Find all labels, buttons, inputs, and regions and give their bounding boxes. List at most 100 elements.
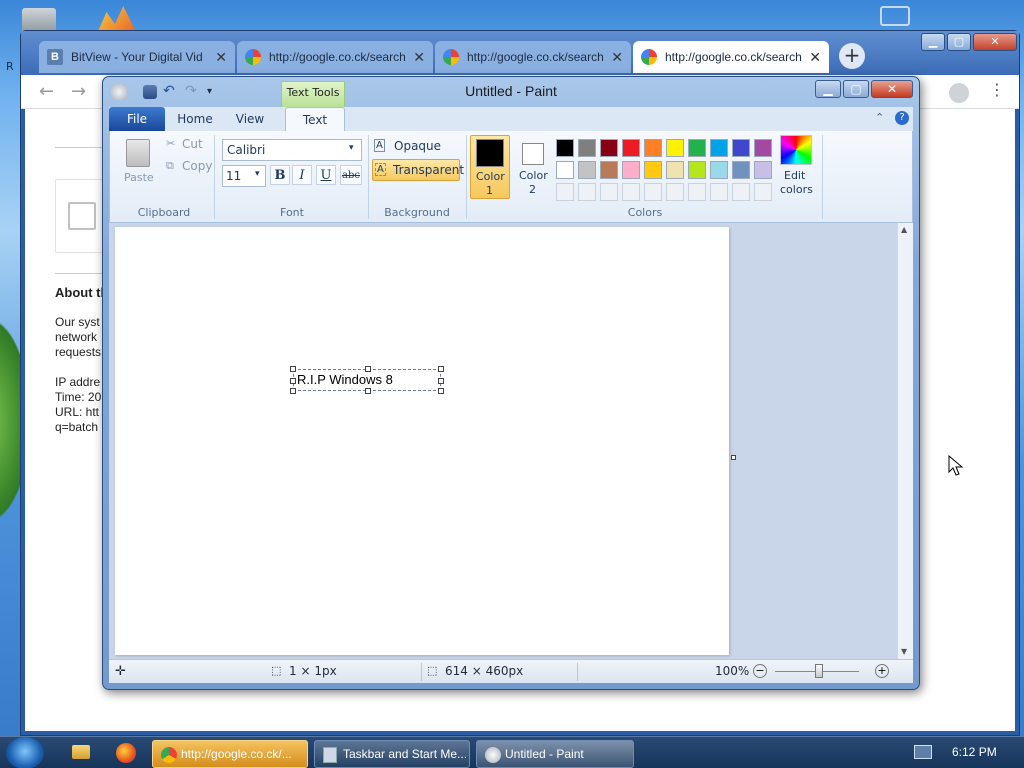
close-tab-icon[interactable]: ✕: [611, 49, 623, 66]
canvas-text[interactable]: R.I.P Windows 8: [297, 372, 393, 387]
vertical-scrollbar[interactable]: ▲ ▼: [897, 223, 913, 659]
forward-arrow-icon[interactable]: →: [71, 81, 86, 102]
copy-button[interactable]: Copy: [182, 159, 212, 173]
color1-button-selected[interactable]: Color 1: [470, 135, 510, 199]
palette-swatch[interactable]: [666, 161, 684, 179]
drawing-canvas[interactable]: R.I.P Windows 8: [115, 227, 729, 655]
desktop-shortcut-icon[interactable]: [880, 6, 910, 26]
palette-swatch[interactable]: [666, 139, 684, 157]
palette-swatch[interactable]: [556, 161, 574, 179]
scroll-up-icon[interactable]: ▲: [901, 225, 907, 234]
profile-avatar-icon[interactable]: [949, 83, 969, 103]
text-box[interactable]: R.I.P Windows 8: [290, 366, 444, 394]
resize-handle[interactable]: [365, 366, 371, 372]
transparent-button-selected[interactable]: A Transparent: [372, 159, 464, 181]
browser-tab-active[interactable]: http://google.co.ck/search ✕: [633, 41, 829, 73]
paste-button[interactable]: Paste: [120, 137, 158, 185]
palette-swatch[interactable]: [622, 161, 640, 179]
palette-swatch[interactable]: [622, 139, 640, 157]
zoom-in-icon[interactable]: +: [875, 664, 889, 678]
network-icon[interactable]: [914, 745, 932, 759]
maximize-button[interactable]: ▢: [843, 80, 869, 98]
close-button[interactable]: ✕: [973, 33, 1017, 51]
new-tab-button[interactable]: +: [839, 43, 865, 69]
edit-colors-label[interactable]: Edit: [784, 169, 805, 182]
color2-button[interactable]: Color 2: [516, 135, 552, 199]
explorer-icon[interactable]: [72, 745, 90, 759]
palette-swatch[interactable]: [688, 161, 706, 179]
palette-swatch[interactable]: [710, 161, 728, 179]
palette-swatch[interactable]: [578, 161, 596, 179]
minimize-ribbon-icon[interactable]: ⌃: [875, 111, 884, 124]
minimize-button[interactable]: ▁: [815, 80, 841, 98]
palette-empty-swatch[interactable]: [754, 183, 772, 201]
cut-button[interactable]: Cut: [182, 137, 203, 151]
close-tab-icon[interactable]: ✕: [809, 49, 821, 66]
resize-handle[interactable]: [438, 366, 444, 372]
palette-empty-swatch[interactable]: [710, 183, 728, 201]
palette-swatch[interactable]: [754, 161, 772, 179]
palette-empty-swatch[interactable]: [688, 183, 706, 201]
palette-empty-swatch[interactable]: [622, 183, 640, 201]
canvas-resize-handle[interactable]: [731, 455, 736, 460]
font-size-select[interactable]: 11 ▾: [222, 165, 266, 187]
browser-tab[interactable]: B BitView - Your Digital Vid ✕: [39, 41, 235, 73]
menu-kebab-icon[interactable]: ⋮: [989, 80, 1005, 99]
tab-view[interactable]: View: [227, 107, 273, 131]
palette-swatch[interactable]: [644, 161, 662, 179]
palette-swatch[interactable]: [600, 139, 618, 157]
palette-empty-swatch[interactable]: [666, 183, 684, 201]
zoom-slider-thumb[interactable]: [815, 664, 823, 678]
palette-swatch[interactable]: [556, 139, 574, 157]
palette-swatch[interactable]: [710, 139, 728, 157]
italic-button[interactable]: I: [292, 165, 312, 185]
tab-text[interactable]: Text: [285, 107, 345, 131]
resize-handle[interactable]: [365, 388, 371, 394]
palette-swatch[interactable]: [732, 139, 750, 157]
resize-handle[interactable]: [290, 388, 296, 394]
palette-swatch[interactable]: [600, 161, 618, 179]
minimize-button[interactable]: ▁: [921, 33, 945, 51]
taskbar-item-chrome[interactable]: http://google.co.ck/...: [152, 740, 308, 768]
maximize-button[interactable]: ▢: [947, 33, 971, 51]
browser-tab[interactable]: http://google.co.ck/search ✕: [435, 41, 631, 73]
palette-empty-swatch[interactable]: [732, 183, 750, 201]
resize-handle[interactable]: [290, 378, 296, 384]
palette-empty-swatch[interactable]: [600, 183, 618, 201]
start-button[interactable]: [6, 737, 44, 768]
zoom-out-icon[interactable]: −: [753, 664, 767, 678]
browser-tab[interactable]: http://google.co.ck/search ✕: [237, 41, 433, 73]
resize-handle[interactable]: [290, 366, 296, 372]
captcha-checkbox[interactable]: [68, 202, 96, 230]
bold-button[interactable]: B: [270, 165, 290, 185]
resize-handle[interactable]: [438, 388, 444, 394]
palette-swatch[interactable]: [644, 139, 662, 157]
palette-swatch[interactable]: [754, 139, 772, 157]
taskbar-item-paint[interactable]: Untitled - Paint: [476, 740, 634, 768]
close-tab-icon[interactable]: ✕: [215, 49, 227, 66]
help-icon[interactable]: ?: [895, 111, 909, 125]
back-arrow-icon[interactable]: ←: [39, 81, 54, 102]
opaque-button[interactable]: A Opaque: [372, 137, 458, 157]
palette-empty-swatch[interactable]: [556, 183, 574, 201]
close-button[interactable]: ✕: [871, 80, 913, 98]
resize-handle[interactable]: [438, 378, 444, 384]
tab-file[interactable]: File: [109, 107, 165, 131]
scroll-down-icon[interactable]: ▼: [901, 647, 907, 656]
palette-swatch[interactable]: [688, 139, 706, 157]
font-family-select[interactable]: Calibri ▾: [222, 139, 362, 161]
close-tab-icon[interactable]: ✕: [413, 49, 425, 66]
palette-swatch[interactable]: [578, 139, 596, 157]
edit-colors-label[interactable]: colors: [780, 183, 813, 196]
firefox-icon[interactable]: [116, 743, 136, 763]
tab-home[interactable]: Home: [169, 107, 221, 131]
edit-colors-icon[interactable]: [780, 135, 812, 165]
clock[interactable]: 6:12 PM: [952, 745, 997, 759]
strikethrough-button[interactable]: abc: [340, 165, 362, 185]
palette-empty-swatch[interactable]: [644, 183, 662, 201]
palette-swatch[interactable]: [732, 161, 750, 179]
paint-titlebar[interactable]: ↶ ↷ ▾ Text Tools Untitled - Paint ▁ ▢ ✕: [103, 77, 919, 107]
underline-button[interactable]: U: [316, 165, 336, 185]
palette-empty-swatch[interactable]: [578, 183, 596, 201]
taskbar-item-properties[interactable]: Taskbar and Start Me...: [314, 740, 470, 768]
